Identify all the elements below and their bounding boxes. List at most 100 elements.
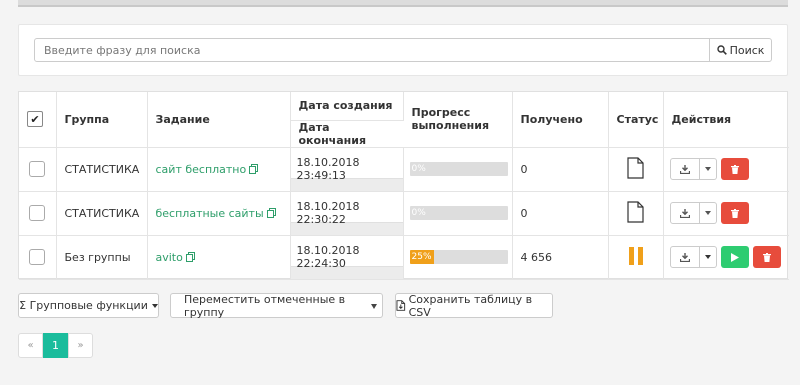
search-icon — [716, 45, 727, 55]
delete-button[interactable] — [720, 202, 749, 224]
row-created: 18.10.2018 22:30:22 — [296, 199, 360, 226]
header-group[interactable]: Группа — [56, 92, 148, 148]
delete-button[interactable] — [752, 246, 781, 268]
row-dates-cell: 18.10.2018 23:49:13 — [290, 147, 404, 192]
header-finished[interactable]: Дата окончания — [290, 120, 403, 148]
download-dropdown-button[interactable] — [699, 202, 717, 224]
row-progress-cell: 0% — [403, 191, 513, 236]
row-actions-cell — [663, 147, 789, 192]
progress-label: 0% — [411, 164, 426, 174]
row-select-cell — [19, 147, 57, 192]
download-icon — [679, 164, 690, 174]
chevron-down-icon — [151, 303, 158, 308]
chevron-down-icon — [704, 255, 711, 259]
download-button-group — [669, 202, 717, 224]
header-actions: Действия — [663, 92, 789, 148]
search-button-label: Поиск — [729, 43, 765, 57]
tasks-table: ✔ Группа Задание Дата создания Прогресс … — [18, 91, 789, 280]
row-actions-cell — [663, 191, 789, 236]
header-status[interactable]: Статус — [608, 92, 664, 148]
row-group: СТАТИСТИКА — [56, 147, 148, 192]
pause-icon[interactable] — [628, 246, 643, 265]
row-dates-cell: 18.10.2018 22:24:30 — [290, 235, 404, 280]
copy-icon[interactable] — [249, 163, 259, 174]
resume-button[interactable] — [720, 246, 749, 268]
group-functions-label: Σ Групповые функции — [19, 299, 148, 312]
progress-label: 25% — [411, 252, 432, 262]
chevron-down-icon — [704, 211, 711, 215]
table-row[interactable]: Без группы avito 18.10.2018 22:24:30 25% 4 6… — [19, 235, 789, 280]
header-progress[interactable]: Прогресс выполнения — [403, 92, 513, 148]
pager-prev[interactable]: « — [18, 333, 43, 358]
header-received[interactable]: Получено — [512, 92, 609, 148]
download-button[interactable] — [669, 246, 700, 268]
copy-icon[interactable] — [266, 207, 276, 218]
file-download-icon — [396, 300, 406, 311]
task-link[interactable]: бесплатные сайты — [156, 207, 264, 220]
group-functions-button[interactable]: Σ Групповые функции — [18, 293, 159, 318]
trash-icon — [730, 164, 739, 174]
row-task-cell: avito — [147, 235, 291, 280]
row-group: СТАТИСТИКА — [56, 191, 148, 236]
row-checkbox[interactable] — [29, 205, 45, 221]
save-csv-button[interactable]: Сохранить таблицу в CSV — [395, 292, 553, 319]
move-to-group-value: Переместить отмеченные в группу — [184, 292, 346, 319]
download-button[interactable] — [669, 202, 700, 224]
row-task-cell: сайт бесплатно — [147, 147, 291, 192]
row-checkbox[interactable] — [29, 161, 45, 177]
download-button[interactable] — [669, 158, 700, 180]
play-icon — [730, 252, 739, 262]
row-actions-cell — [663, 235, 789, 280]
row-status-cell — [608, 147, 664, 192]
save-csv-label: Сохранить таблицу в CSV — [408, 292, 533, 319]
row-select-cell — [19, 235, 57, 280]
row-created: 18.10.2018 22:24:30 — [296, 243, 360, 270]
pagination: « 1 » — [18, 333, 93, 358]
copy-icon[interactable] — [185, 251, 195, 262]
top-panel-edge — [18, 0, 788, 7]
header-created[interactable]: Дата создания — [290, 92, 404, 121]
row-progress-cell: 0% — [403, 147, 513, 192]
row-received: 0 — [512, 147, 609, 192]
download-dropdown-button[interactable] — [699, 158, 717, 180]
file-icon — [627, 156, 644, 179]
download-icon — [679, 252, 690, 262]
search-input[interactable] — [34, 38, 710, 62]
row-status-cell — [608, 191, 664, 236]
download-button-group — [669, 246, 717, 268]
table-row[interactable]: СТАТИСТИКА сайт бесплатно 18.10.2018 23:49… — [19, 147, 789, 192]
header-task[interactable]: Задание — [147, 92, 291, 148]
chevron-down-icon — [704, 167, 711, 171]
download-icon — [679, 208, 690, 218]
select-arrow-icon — [371, 304, 377, 309]
download-button-group — [669, 158, 717, 180]
pager-next[interactable]: » — [68, 333, 93, 358]
row-created: 18.10.2018 23:49:13 — [296, 155, 360, 182]
progress-bar: 25% — [409, 250, 508, 264]
table-row[interactable]: СТАТИСТИКА бесплатные сайты 18.10.2018 22:… — [19, 191, 789, 236]
progress-label: 0% — [411, 208, 426, 218]
select-all-checkbox[interactable]: ✔ — [27, 111, 43, 128]
progress-bar: 0% — [409, 162, 508, 176]
row-received: 4 656 — [512, 235, 609, 280]
task-link[interactable]: сайт бесплатно — [156, 163, 247, 176]
delete-button[interactable] — [720, 158, 749, 180]
move-to-group-select[interactable]: Переместить отмеченные в группу — [170, 292, 383, 319]
trash-icon — [762, 252, 771, 262]
select-all-cell: ✔ — [19, 92, 57, 148]
pager-page-current[interactable]: 1 — [43, 333, 68, 358]
task-link[interactable]: avito — [156, 251, 183, 264]
row-dates-cell: 18.10.2018 22:30:22 — [290, 191, 404, 236]
search-panel: Поиск — [18, 24, 788, 76]
search-button[interactable]: Поиск — [709, 38, 772, 62]
row-received: 0 — [512, 191, 609, 236]
row-task-cell: бесплатные сайты — [147, 191, 291, 236]
file-icon — [627, 200, 644, 223]
row-progress-cell: 25% — [403, 235, 513, 280]
row-group: Без группы — [56, 235, 148, 280]
row-checkbox[interactable] — [29, 249, 45, 265]
row-select-cell — [19, 191, 57, 236]
download-dropdown-button[interactable] — [699, 246, 717, 268]
trash-icon — [730, 208, 739, 218]
row-status-cell — [608, 235, 664, 280]
